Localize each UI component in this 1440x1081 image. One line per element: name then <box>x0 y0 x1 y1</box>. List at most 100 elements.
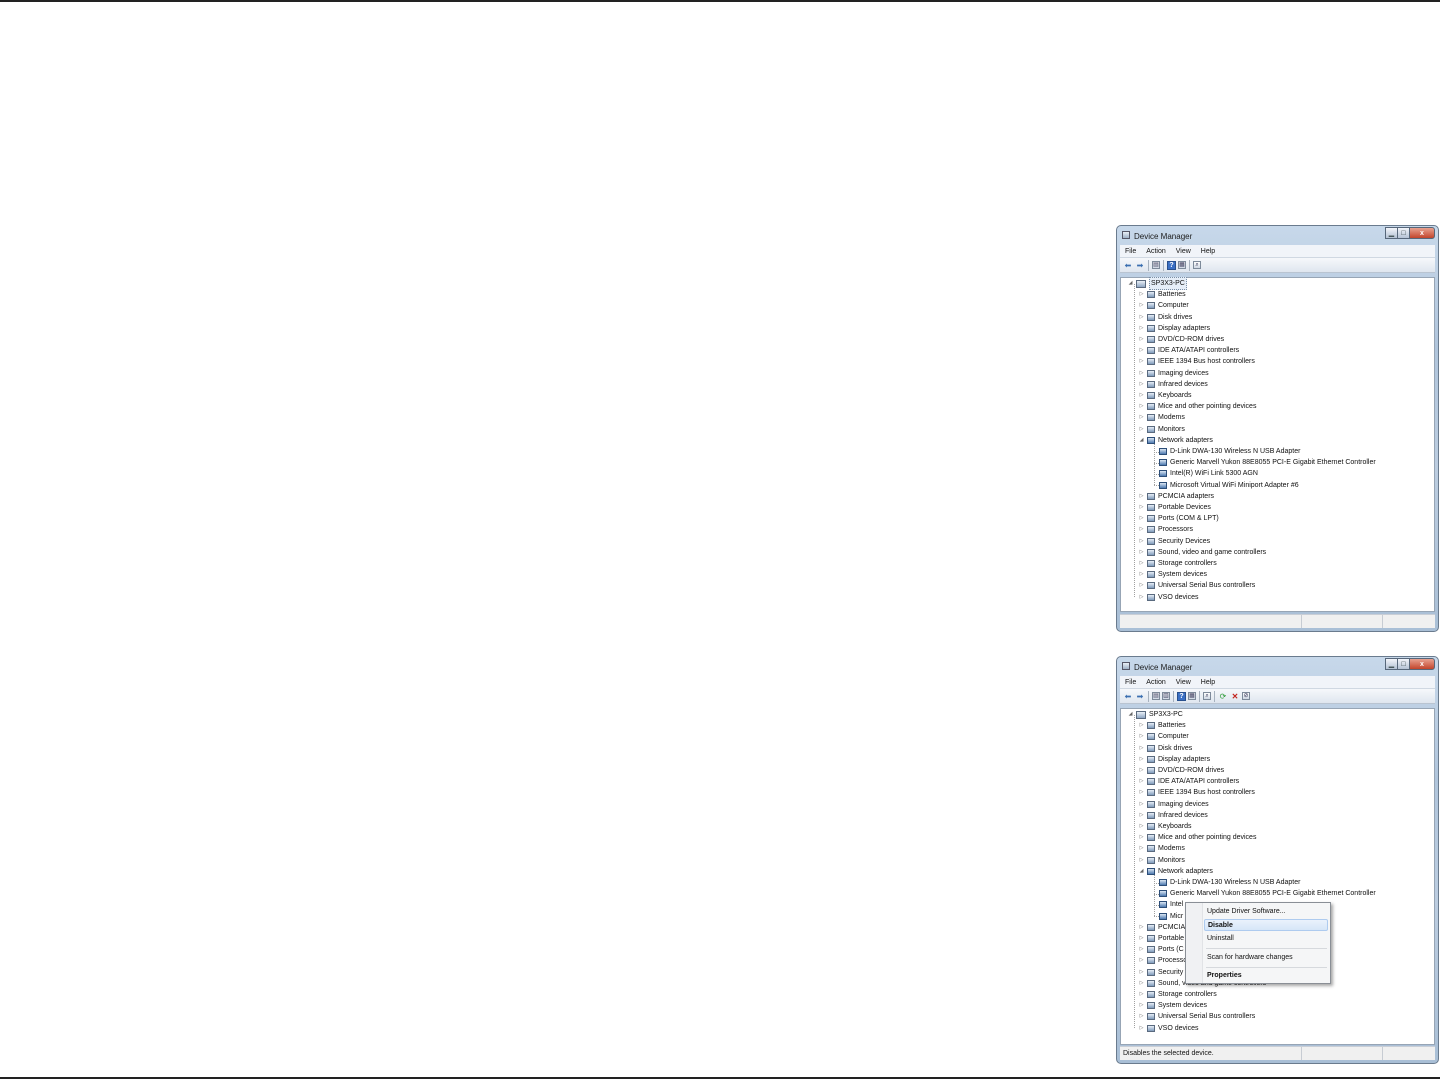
help-icon[interactable]: ? <box>1167 260 1176 270</box>
tree-item-storage-controllers[interactable]: ▷ Storage controllers <box>1138 558 1217 569</box>
expand-arrow-icon[interactable]: ▷ <box>1138 989 1145 1000</box>
expand-arrow-icon[interactable]: ▷ <box>1138 401 1145 412</box>
properties-page-icon[interactable]: ▥ <box>1162 692 1170 700</box>
expand-arrow-icon[interactable]: ▷ <box>1138 323 1145 334</box>
expand-arrow-icon[interactable]: ▷ <box>1138 922 1145 933</box>
menu-action[interactable]: Action <box>1141 679 1170 686</box>
tree-item-network-adapters[interactable]: ◢ Network adapters <box>1138 866 1213 877</box>
tree-item-vso-devices[interactable]: ▷ VSO devices <box>1138 1023 1198 1034</box>
tree-item-system-devices[interactable]: ▷ System devices <box>1138 1000 1207 1011</box>
expand-arrow-icon[interactable]: ▷ <box>1138 1023 1145 1034</box>
expand-arrow-icon[interactable]: ▷ <box>1138 843 1145 854</box>
expand-arrow-icon[interactable]: ▷ <box>1138 832 1145 843</box>
help-icon[interactable]: ? <box>1177 691 1186 701</box>
properties-icon[interactable]: ▦ <box>1178 261 1186 269</box>
tree-item-infrared-devices[interactable]: ▷ Infrared devices <box>1138 379 1208 390</box>
expand-arrow-icon[interactable]: ▷ <box>1138 312 1145 323</box>
expand-arrow-icon[interactable]: ▷ <box>1138 513 1145 524</box>
scan-hardware-icon[interactable]: ⌕ <box>1203 692 1211 700</box>
tree-item-network-adapter[interactable]: D-Link DWA-130 Wireless N USB Adapter <box>1150 877 1300 888</box>
tree-item-monitors[interactable]: ▷ Monitors <box>1138 855 1185 866</box>
collapse-arrow-icon[interactable]: ◢ <box>1138 435 1145 446</box>
properties-icon[interactable]: ▦ <box>1188 692 1196 700</box>
tree-item-computer[interactable]: ▷ Computer <box>1138 300 1189 311</box>
back-arrow-icon[interactable]: ⬅ <box>1123 261 1133 270</box>
expand-arrow-icon[interactable]: ▷ <box>1138 776 1145 787</box>
expand-arrow-icon[interactable]: ▷ <box>1138 821 1145 832</box>
expand-arrow-icon[interactable]: ▷ <box>1138 289 1145 300</box>
tree-root-computer[interactable]: ◢ SP3X3-PC <box>1127 709 1183 720</box>
expand-arrow-icon[interactable]: ▷ <box>1138 967 1145 978</box>
update-driver-icon[interactable]: ⟳ <box>1218 692 1228 701</box>
expand-arrow-icon[interactable]: ▷ <box>1138 955 1145 966</box>
tree-item-security-devices[interactable]: ▷ Security Devices <box>1138 536 1210 547</box>
expand-arrow-icon[interactable]: ▷ <box>1138 754 1145 765</box>
menu-item-properties[interactable]: Properties <box>1207 970 1242 982</box>
menu-item-update-driver[interactable]: Update Driver Software... <box>1207 906 1286 918</box>
tree-item-ide-ata-atapi-controllers[interactable]: ▷ IDE ATA/ATAPI controllers <box>1138 345 1239 356</box>
expand-arrow-icon[interactable]: ▷ <box>1138 412 1145 423</box>
tree-item-sound-video-and-game-controllers[interactable]: ▷ Sound, video and game controllers <box>1138 547 1266 558</box>
expand-arrow-icon[interactable]: ▷ <box>1138 569 1145 580</box>
expand-arrow-icon[interactable]: ▷ <box>1138 334 1145 345</box>
collapse-arrow-icon[interactable]: ◢ <box>1127 709 1134 720</box>
expand-arrow-icon[interactable]: ▷ <box>1138 558 1145 569</box>
tree-item-modems[interactable]: ▷ Modems <box>1138 412 1185 423</box>
tree-item-network-adapter[interactable]: Intel(R) WiFi Link 5300 AGN <box>1150 468 1258 479</box>
expand-arrow-icon[interactable]: ▷ <box>1138 1011 1145 1022</box>
tree-item-monitors[interactable]: ▷ Monitors <box>1138 424 1185 435</box>
tree-item-batteries[interactable]: ▷ Batteries <box>1138 720 1186 731</box>
tree-item-ports-com-lpt[interactable]: ▷ Ports (C <box>1138 944 1184 955</box>
title-bar[interactable]: Device Manager ▁ □ x <box>1117 226 1438 245</box>
tree-item-imaging-devices[interactable]: ▷ Imaging devices <box>1138 368 1209 379</box>
forward-arrow-icon[interactable]: ➡ <box>1135 261 1145 270</box>
device-tree-panel[interactable]: ◢ SP3X3-PC ▷ Batteries ▷ Computer ▷ Disk drives… <box>1120 277 1435 612</box>
expand-arrow-icon[interactable]: ▷ <box>1138 368 1145 379</box>
menu-file[interactable]: File <box>1120 248 1141 255</box>
forward-arrow-icon[interactable]: ➡ <box>1135 692 1145 701</box>
disable-device-icon[interactable]: ⊘ <box>1242 692 1250 700</box>
collapse-arrow-icon[interactable]: ◢ <box>1127 278 1134 289</box>
tree-item-network-adapters[interactable]: ◢ Network adapters <box>1138 435 1213 446</box>
expand-arrow-icon[interactable]: ▷ <box>1138 799 1145 810</box>
tree-item-dvd-cd-rom-drives[interactable]: ▷ DVD/CD-ROM drives <box>1138 765 1224 776</box>
tree-item-infrared-devices[interactable]: ▷ Infrared devices <box>1138 810 1208 821</box>
close-button[interactable]: x <box>1409 658 1435 670</box>
tree-item-network-adapter[interactable]: D-Link DWA-130 Wireless N USB Adapter <box>1150 446 1300 457</box>
menu-file[interactable]: File <box>1120 679 1141 686</box>
tree-item-ieee-1394-bus-host-controllers[interactable]: ▷ IEEE 1394 Bus host controllers <box>1138 356 1255 367</box>
menu-item-uninstall[interactable]: Uninstall <box>1207 933 1234 945</box>
expand-arrow-icon[interactable]: ▷ <box>1138 356 1145 367</box>
expand-arrow-icon[interactable]: ▷ <box>1138 720 1145 731</box>
expand-arrow-icon[interactable]: ▷ <box>1138 502 1145 513</box>
tree-item-keyboards[interactable]: ▷ Keyboards <box>1138 390 1191 401</box>
show-hide-console-tree-icon[interactable]: ▤ <box>1152 692 1160 700</box>
menu-item-disable[interactable]: Disable <box>1204 919 1328 931</box>
close-button[interactable]: x <box>1409 227 1435 239</box>
collapse-arrow-icon[interactable]: ◢ <box>1138 866 1145 877</box>
expand-arrow-icon[interactable]: ▷ <box>1138 524 1145 535</box>
tree-item-network-adapter[interactable]: Generic Marvell Yukon 88E8055 PCI-E Giga… <box>1150 457 1376 468</box>
menu-item-scan-hardware[interactable]: Scan for hardware changes <box>1207 952 1293 964</box>
title-bar[interactable]: Device Manager ▁ □ x <box>1117 657 1438 676</box>
expand-arrow-icon[interactable]: ▷ <box>1138 345 1145 356</box>
tree-item-vso-devices[interactable]: ▷ VSO devices <box>1138 592 1198 603</box>
tree-item-mice-and-other-pointing-devices[interactable]: ▷ Mice and other pointing devices <box>1138 832 1256 843</box>
tree-item-universal-serial-bus-controllers[interactable]: ▷ Universal Serial Bus controllers <box>1138 580 1255 591</box>
menu-action[interactable]: Action <box>1141 248 1170 255</box>
tree-item-system-devices[interactable]: ▷ System devices <box>1138 569 1207 580</box>
menu-help[interactable]: Help <box>1196 679 1220 686</box>
tree-item-security-devices[interactable]: ▷ Security <box>1138 967 1183 978</box>
show-hide-console-tree-icon[interactable]: ▤ <box>1152 261 1160 269</box>
tree-item-pcmcia-adapters[interactable]: ▷ PCMCIA adapters <box>1138 491 1214 502</box>
tree-root-computer[interactable]: ◢ SP3X3-PC <box>1127 277 1187 290</box>
tree-item-disk-drives[interactable]: ▷ Disk drives <box>1138 312 1192 323</box>
tree-item-universal-serial-bus-controllers[interactable]: ▷ Universal Serial Bus controllers <box>1138 1011 1255 1022</box>
expand-arrow-icon[interactable]: ▷ <box>1138 424 1145 435</box>
expand-arrow-icon[interactable]: ▷ <box>1138 592 1145 603</box>
uninstall-icon[interactable]: ✕ <box>1230 692 1240 701</box>
tree-item-network-adapter[interactable]: Microsoft Virtual WiFi Miniport Adapter … <box>1150 480 1299 491</box>
expand-arrow-icon[interactable]: ▷ <box>1138 390 1145 401</box>
expand-arrow-icon[interactable]: ▷ <box>1138 300 1145 311</box>
tree-item-modems[interactable]: ▷ Modems <box>1138 843 1185 854</box>
